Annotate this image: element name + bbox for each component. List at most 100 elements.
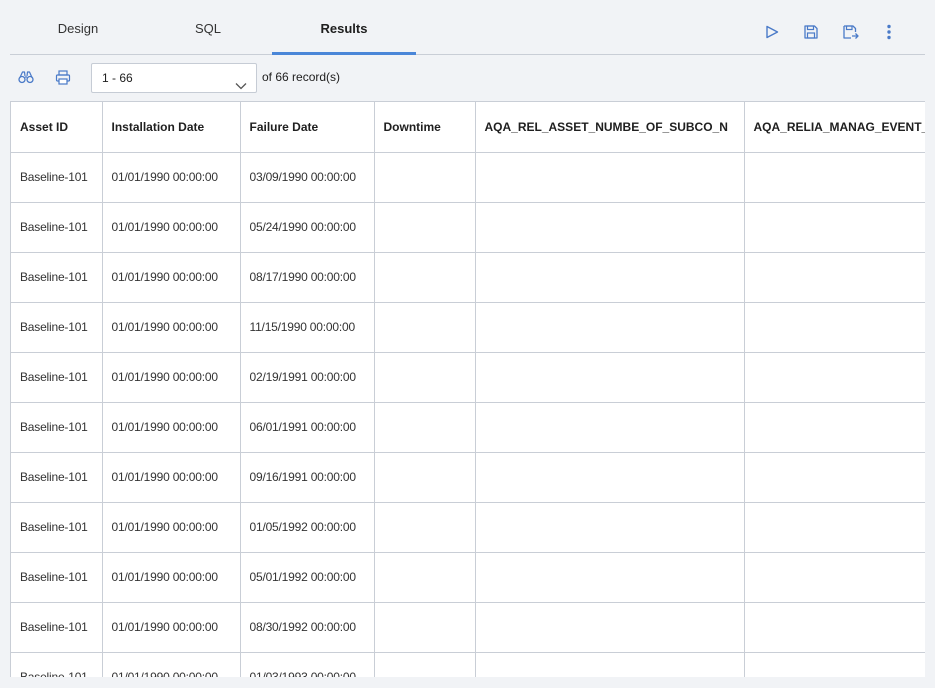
cell-downtime[interactable] (374, 552, 476, 603)
cell-failure-date[interactable]: 05/01/1992 00:00:00 (240, 552, 375, 603)
cell-installation-date[interactable]: 01/01/1990 00:00:00 (102, 202, 241, 253)
table-row[interactable]: Baseline-101 01/01/1990 00:00:00 01/05/199… (11, 502, 925, 553)
cell-event-i[interactable] (744, 552, 925, 603)
cell-event-i[interactable] (744, 402, 925, 453)
cell-event-i[interactable] (744, 352, 925, 403)
tab-bar: Design SQL Results (10, 0, 925, 55)
column-header-subco-n[interactable]: AQA_REL_ASSET_NUMBE_OF_SUBCO_N (475, 102, 745, 153)
table-row[interactable]: Baseline-101 01/01/1990 00:00:00 11/15/199… (11, 302, 925, 353)
cell-downtime[interactable] (374, 652, 476, 677)
results-grid: Asset ID Installation Date Failure Date … (10, 101, 925, 677)
cell-installation-date[interactable]: 01/01/1990 00:00:00 (102, 452, 241, 503)
cell-subco-n[interactable] (475, 602, 745, 653)
cell-asset-id[interactable]: Baseline-101 (11, 552, 103, 603)
table-row[interactable]: Baseline-101 01/01/1990 00:00:00 02/19/199… (11, 352, 925, 403)
cell-installation-date[interactable]: 01/01/1990 00:00:00 (102, 552, 241, 603)
cell-asset-id[interactable]: Baseline-101 (11, 152, 103, 203)
cell-installation-date[interactable]: 01/01/1990 00:00:00 (102, 652, 241, 677)
cell-installation-date[interactable]: 01/01/1990 00:00:00 (102, 402, 241, 453)
cell-subco-n[interactable] (475, 452, 745, 503)
cell-asset-id[interactable]: Baseline-101 (11, 402, 103, 453)
cell-installation-date[interactable]: 01/01/1990 00:00:00 (102, 302, 241, 353)
cell-downtime[interactable] (374, 202, 476, 253)
cell-failure-date[interactable]: 11/15/1990 00:00:00 (240, 302, 375, 353)
column-header-installation-date[interactable]: Installation Date (102, 102, 241, 153)
cell-failure-date[interactable]: 08/17/1990 00:00:00 (240, 252, 375, 303)
chevron-down-icon (235, 73, 247, 90)
header-row: Asset ID Installation Date Failure Date … (11, 102, 925, 153)
cell-asset-id[interactable]: Baseline-101 (11, 302, 103, 353)
results-table: Asset ID Installation Date Failure Date … (11, 102, 925, 677)
record-range-select[interactable]: 1 - 66 (91, 63, 257, 93)
cell-failure-date[interactable]: 06/01/1991 00:00:00 (240, 402, 375, 453)
table-row[interactable]: Baseline-101 01/01/1990 00:00:00 06/01/199… (11, 402, 925, 453)
column-header-asset-id[interactable]: Asset ID (11, 102, 103, 153)
table-row[interactable]: Baseline-101 01/01/1990 00:00:00 08/30/199… (11, 602, 925, 653)
cell-asset-id[interactable]: Baseline-101 (11, 502, 103, 553)
table-row[interactable]: Baseline-101 01/01/1990 00:00:00 08/17/199… (11, 252, 925, 303)
cell-failure-date[interactable]: 01/05/1992 00:00:00 (240, 502, 375, 553)
table-row[interactable]: Baseline-101 01/01/1990 00:00:00 09/16/199… (11, 452, 925, 503)
cell-subco-n[interactable] (475, 152, 745, 203)
cell-subco-n[interactable] (475, 252, 745, 303)
tab-design[interactable]: Design (28, 0, 128, 54)
cell-event-i[interactable] (744, 602, 925, 653)
column-header-failure-date[interactable]: Failure Date (240, 102, 375, 153)
cell-downtime[interactable] (374, 402, 476, 453)
cell-downtime[interactable] (374, 152, 476, 203)
cell-subco-n[interactable] (475, 202, 745, 253)
cell-asset-id[interactable]: Baseline-101 (11, 252, 103, 303)
cell-subco-n[interactable] (475, 352, 745, 403)
cell-downtime[interactable] (374, 302, 476, 353)
cell-installation-date[interactable]: 01/01/1990 00:00:00 (102, 152, 241, 203)
cell-subco-n[interactable] (475, 402, 745, 453)
cell-installation-date[interactable]: 01/01/1990 00:00:00 (102, 602, 241, 653)
more-vertical-icon[interactable] (879, 22, 899, 42)
cell-asset-id[interactable]: Baseline-101 (11, 352, 103, 403)
cell-downtime[interactable] (374, 502, 476, 553)
table-row[interactable]: Baseline-101 01/01/1990 00:00:00 01/03/199… (11, 652, 925, 677)
cell-downtime[interactable] (374, 602, 476, 653)
cell-subco-n[interactable] (475, 502, 745, 553)
cell-asset-id[interactable]: Baseline-101 (11, 602, 103, 653)
cell-event-i[interactable] (744, 152, 925, 203)
cell-failure-date[interactable]: 05/24/1990 00:00:00 (240, 202, 375, 253)
save-icon[interactable] (801, 22, 821, 42)
cell-asset-id[interactable]: Baseline-101 (11, 652, 103, 677)
tab-results[interactable]: Results (272, 0, 416, 55)
table-row[interactable]: Baseline-101 01/01/1990 00:00:00 03/09/199… (11, 152, 925, 203)
cell-downtime[interactable] (374, 252, 476, 303)
print-icon[interactable] (54, 68, 72, 86)
cell-event-i[interactable] (744, 302, 925, 353)
tab-sql[interactable]: SQL (158, 0, 258, 54)
cell-subco-n[interactable] (475, 552, 745, 603)
record-range-value: 1 - 66 (102, 71, 133, 85)
table-row[interactable]: Baseline-101 01/01/1990 00:00:00 05/01/199… (11, 552, 925, 603)
cell-event-i[interactable] (744, 502, 925, 553)
cell-event-i[interactable] (744, 452, 925, 503)
cell-downtime[interactable] (374, 452, 476, 503)
run-icon[interactable] (762, 22, 782, 42)
table-row[interactable]: Baseline-101 01/01/1990 00:00:00 05/24/199… (11, 202, 925, 253)
cell-failure-date[interactable]: 02/19/1991 00:00:00 (240, 352, 375, 403)
save-as-icon[interactable] (840, 22, 860, 42)
cell-failure-date[interactable]: 01/03/1993 00:00:00 (240, 652, 375, 677)
cell-downtime[interactable] (374, 352, 476, 403)
cell-event-i[interactable] (744, 252, 925, 303)
cell-subco-n[interactable] (475, 652, 745, 677)
cell-failure-date[interactable]: 09/16/1991 00:00:00 (240, 452, 375, 503)
column-header-event-i[interactable]: AQA_RELIA_MANAG_EVENT_I (744, 102, 925, 153)
cell-installation-date[interactable]: 01/01/1990 00:00:00 (102, 352, 241, 403)
cell-installation-date[interactable]: 01/01/1990 00:00:00 (102, 252, 241, 303)
cell-failure-date[interactable]: 03/09/1990 00:00:00 (240, 152, 375, 203)
cell-event-i[interactable] (744, 652, 925, 677)
cell-asset-id[interactable]: Baseline-101 (11, 452, 103, 503)
cell-failure-date[interactable]: 08/30/1992 00:00:00 (240, 602, 375, 653)
cell-asset-id[interactable]: Baseline-101 (11, 202, 103, 253)
cell-event-i[interactable] (744, 202, 925, 253)
binoculars-icon[interactable] (17, 68, 35, 86)
cell-installation-date[interactable]: 01/01/1990 00:00:00 (102, 502, 241, 553)
cell-subco-n[interactable] (475, 302, 745, 353)
column-header-downtime[interactable]: Downtime (374, 102, 476, 153)
records-count-label: of 66 record(s) (262, 70, 341, 84)
